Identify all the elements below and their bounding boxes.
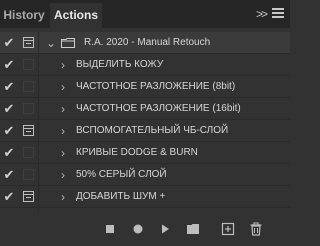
folder-icon <box>61 38 75 48</box>
expand-chevron-icon[interactable]: › <box>58 142 68 164</box>
toggle-item-check[interactable]: ✔ <box>0 142 18 164</box>
record-icon[interactable] <box>131 222 145 236</box>
tab-actions[interactable]: Actions <box>50 3 102 28</box>
action-row[interactable]: ✔ › ВЫДЕЛИТЬ КОЖУ <box>0 54 290 76</box>
toggle-dialog-button[interactable] <box>18 98 38 120</box>
toggle-dialog-button[interactable] <box>18 76 38 98</box>
expand-chevron-icon[interactable]: › <box>58 186 68 208</box>
action-row[interactable]: ✔ › ДОБАВИТЬ ШУМ + <box>0 186 290 208</box>
tab-history[interactable]: History <box>0 3 48 28</box>
expand-chevron-icon[interactable]: › <box>58 98 68 120</box>
toggle-dialog-button[interactable] <box>18 142 38 164</box>
column-divider <box>38 98 39 120</box>
dialog-off-indicator <box>23 147 34 158</box>
column-divider <box>38 54 39 76</box>
stop-icon[interactable] <box>103 222 117 236</box>
action-name: ЧАСТОТНОЕ РАЗЛОЖЕНИЕ (16bit) <box>76 103 241 114</box>
chevrons-right-icon[interactable]: >> <box>256 6 268 22</box>
toggle-item-check[interactable]: ✔ <box>0 32 18 54</box>
dialog-off-indicator <box>23 169 34 180</box>
panel-tab-bar: History Actions >> <box>0 0 290 28</box>
action-name: 50% СЕРЫЙ СЛОЙ <box>76 169 167 180</box>
dialog-icon <box>23 37 34 48</box>
new-set-folder-icon[interactable] <box>186 222 200 236</box>
dialog-off-indicator <box>23 103 34 114</box>
action-name: ВСПОМОГАТЕЛЬНЫЙ ЧБ-СЛОЙ <box>76 125 229 136</box>
expand-chevron-icon[interactable]: › <box>58 54 68 76</box>
column-divider <box>38 142 39 164</box>
toggle-item-check[interactable]: ✔ <box>0 164 18 186</box>
toggle-dialog-button[interactable] <box>18 120 38 142</box>
dialog-off-indicator <box>23 59 34 70</box>
play-icon[interactable] <box>158 222 172 236</box>
dialog-icon <box>23 191 34 202</box>
toggle-item-check[interactable]: ✔ <box>0 120 18 142</box>
new-action-icon[interactable] <box>221 222 235 236</box>
action-row[interactable]: ✔ › 50% СЕРЫЙ СЛОЙ <box>0 164 290 186</box>
toggle-item-check[interactable]: ✔ <box>0 98 18 120</box>
expand-chevron-icon[interactable]: ⌄ <box>46 32 56 54</box>
expand-chevron-icon[interactable]: › <box>58 164 68 186</box>
toggle-item-check[interactable]: ✔ <box>0 54 18 76</box>
action-set-row[interactable]: ✔ ⌄ R.A. 2020 - Manual Retouch <box>0 32 290 54</box>
delete-icon[interactable] <box>249 222 263 236</box>
action-row[interactable]: ✔ › ЧАСТОТНОЕ РАЗЛОЖЕНИЕ (16bit) <box>0 98 290 120</box>
action-row[interactable]: ✔ › КРИВЫЕ DODGE & BURN <box>0 142 290 164</box>
expand-chevron-icon[interactable]: › <box>58 120 68 142</box>
dialog-off-indicator <box>23 81 34 92</box>
toggle-dialog-button[interactable] <box>18 32 38 54</box>
toggle-item-check[interactable]: ✔ <box>0 76 18 98</box>
action-name: ВЫДЕЛИТЬ КОЖУ <box>76 59 164 70</box>
toggle-dialog-button[interactable] <box>18 186 38 208</box>
dialog-icon <box>23 125 34 136</box>
action-name: ЧАСТОТНОЕ РАЗЛОЖЕНИЕ (8bit) <box>76 81 236 92</box>
column-divider <box>38 186 39 208</box>
action-name: ДОБАВИТЬ ШУМ + <box>76 191 166 202</box>
expand-chevron-icon[interactable]: › <box>58 76 68 98</box>
column-divider <box>38 164 39 186</box>
actions-toolbar <box>0 212 290 246</box>
column-divider <box>38 32 39 54</box>
action-set-name: R.A. 2020 - Manual Retouch <box>84 37 211 48</box>
toggle-dialog-button[interactable] <box>18 164 38 186</box>
toggle-dialog-button[interactable] <box>18 54 38 76</box>
column-divider <box>38 120 39 142</box>
action-row[interactable]: ✔ › ЧАСТОТНОЕ РАЗЛОЖЕНИЕ (8bit) <box>0 76 290 98</box>
action-row[interactable]: ✔ › ВСПОМОГАТЕЛЬНЫЙ ЧБ-СЛОЙ <box>0 120 290 142</box>
toggle-item-check[interactable]: ✔ <box>0 186 18 208</box>
panel-menu-icon[interactable] <box>272 8 284 19</box>
column-divider <box>38 76 39 98</box>
action-name: КРИВЫЕ DODGE & BURN <box>76 147 198 158</box>
